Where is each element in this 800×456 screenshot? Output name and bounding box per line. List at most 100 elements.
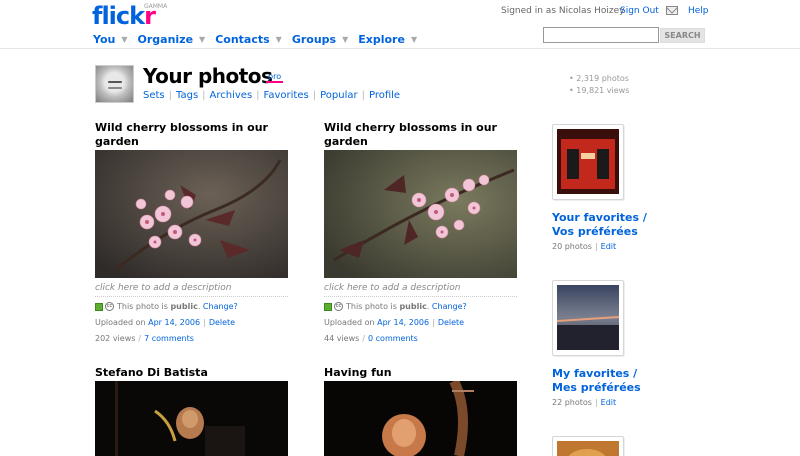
concert-image — [324, 381, 517, 456]
nav-organize[interactable]: Organize ▼ — [138, 31, 206, 47]
upload-line: Uploaded on Apr 14, 2006 | Delete — [324, 318, 465, 327]
chevron-down-icon[interactable]: ▼ — [199, 35, 205, 44]
header-divider — [0, 48, 800, 49]
cherry-blossom-image — [95, 150, 288, 278]
set-thumbnail[interactable] — [552, 280, 624, 356]
subnav-favorites[interactable]: Favorites — [264, 90, 309, 101]
divider — [324, 296, 517, 297]
public-icon — [95, 302, 103, 311]
public-icon — [324, 302, 332, 311]
profile-stats: • 2,319 photos • 19,821 views — [569, 73, 629, 97]
set-title-line: Vos préférées — [552, 225, 638, 238]
photo-title-text[interactable]: Wild cherry blossoms in our garden — [324, 121, 514, 149]
photo-title: Stefano Di Batista — [95, 366, 295, 380]
photo-title: Having fun — [324, 366, 524, 380]
comments-link[interactable]: 7 comments — [144, 334, 194, 343]
photo-title-text[interactable]: Having fun — [324, 366, 524, 380]
photostream-subnav: Sets | Tags | Archives | Favorites | Popular… — [143, 90, 401, 101]
add-description-hint[interactable]: click here to add a description — [95, 283, 231, 293]
gamma-label: GAMMA — [144, 3, 168, 10]
upload-date-link[interactable]: Apr 14, 2006 — [148, 318, 200, 327]
subnav-sets[interactable]: Sets — [143, 90, 165, 101]
search-input[interactable] — [543, 27, 659, 43]
signed-in-text: Signed in as Nicolas Hoizey — [501, 6, 625, 16]
photo-thumbnail[interactable] — [324, 150, 517, 278]
logo-text: flick — [92, 2, 145, 30]
set-cover-image — [557, 285, 619, 350]
help-link[interactable]: Help — [688, 6, 709, 16]
sign-out-link[interactable]: Sign Out — [620, 6, 659, 16]
views-line: 44 views/0 comments — [324, 334, 418, 343]
uploaded-label: Uploaded on — [324, 318, 378, 327]
chevron-down-icon[interactable]: ▼ — [276, 35, 282, 44]
buddy-icon[interactable] — [95, 65, 134, 103]
subnav-tags[interactable]: Tags — [176, 90, 198, 101]
photo-thumbnail[interactable] — [95, 150, 288, 278]
nav-label: Groups — [291, 32, 337, 46]
chevron-down-icon[interactable]: ▼ — [121, 35, 127, 44]
add-description-hint[interactable]: click here to add a description — [324, 283, 460, 293]
privacy-value: public — [399, 302, 427, 311]
privacy-suffix: . — [197, 302, 201, 311]
view-count: • 19,821 views — [569, 86, 630, 95]
main-nav: You ▼ Organize ▼ Contacts ▼ Groups ▼ Explore… — [93, 31, 427, 47]
cherry-blossom-image — [324, 150, 517, 278]
nav-label: Organize — [137, 32, 194, 46]
subnav-profile[interactable]: Profile — [369, 90, 400, 101]
subnav-archives[interactable]: Archives — [210, 90, 253, 101]
set-meta: 22 photos | Edit — [552, 398, 617, 407]
photo-count: • 2,319 photos — [569, 74, 629, 83]
set-count: 22 photos — [552, 398, 592, 407]
set-cover-image — [557, 441, 619, 456]
privacy-prefix: This photo is — [346, 302, 400, 311]
nav-groups[interactable]: Groups ▼ — [292, 31, 348, 47]
nav-explore[interactable]: Explore ▼ — [358, 31, 417, 47]
photo-title-text[interactable]: Wild cherry blossoms in our garden — [95, 121, 285, 149]
privacy-prefix: This photo is — [117, 302, 171, 311]
photo-title: Wild cherry blossoms in our garden — [324, 121, 514, 149]
nav-label: Explore — [358, 32, 405, 46]
change-privacy-link[interactable]: Change? — [203, 302, 238, 311]
comments-link[interactable]: 0 comments — [368, 334, 418, 343]
search-button[interactable]: SEARCH — [660, 28, 705, 43]
set-title-line: Your favorites / — [552, 211, 647, 224]
chevron-down-icon[interactable]: ▼ — [411, 35, 417, 44]
set-title-line: Mes préférées — [552, 381, 641, 394]
privacy-value: public — [170, 302, 198, 311]
pro-badge[interactable]: pro — [266, 72, 284, 83]
set-edit-link[interactable]: Edit — [601, 242, 617, 251]
set-thumbnail[interactable] — [552, 124, 624, 200]
nav-you[interactable]: You ▼ — [93, 31, 128, 47]
delete-link[interactable]: Delete — [438, 318, 464, 327]
delete-link[interactable]: Delete — [209, 318, 235, 327]
set-title-line: My favorites / — [552, 367, 638, 380]
photo-title-text[interactable]: Stefano Di Batista — [95, 366, 295, 380]
photo-title: Wild cherry blossoms in our garden — [95, 121, 285, 149]
views-count: 44 views — [324, 334, 360, 343]
set-meta: 20 photos | Edit — [552, 242, 617, 251]
privacy-line: cc This photo is public. Change? — [324, 302, 467, 312]
privacy-line: cc This photo is public. Change? — [95, 302, 238, 312]
photo-thumbnail[interactable] — [95, 381, 288, 456]
set-thumbnail[interactable] — [552, 436, 624, 456]
set-title[interactable]: Your favorites / Vos préférées — [552, 211, 647, 239]
upload-date-link[interactable]: Apr 14, 2006 — [377, 318, 429, 327]
set-edit-link[interactable]: Edit — [601, 398, 617, 407]
nav-label: Contacts — [215, 32, 270, 46]
chevron-down-icon[interactable]: ▼ — [342, 35, 348, 44]
set-title[interactable]: My favorites / Mes préférées — [552, 367, 641, 395]
upload-line: Uploaded on Apr 14, 2006 | Delete — [95, 318, 236, 327]
divider — [95, 296, 288, 297]
subnav-popular[interactable]: Popular — [320, 90, 358, 101]
mail-icon[interactable] — [666, 6, 678, 15]
license-icon[interactable]: cc — [334, 302, 343, 311]
set-count: 20 photos — [552, 242, 592, 251]
privacy-suffix: . — [426, 302, 430, 311]
uploaded-label: Uploaded on — [95, 318, 149, 327]
views-line: 202 views/7 comments — [95, 334, 194, 343]
photo-thumbnail[interactable] — [324, 381, 517, 456]
license-icon[interactable]: cc — [105, 302, 114, 311]
change-privacy-link[interactable]: Change? — [432, 302, 467, 311]
views-count: 202 views — [95, 334, 136, 343]
nav-contacts[interactable]: Contacts ▼ — [215, 31, 282, 47]
